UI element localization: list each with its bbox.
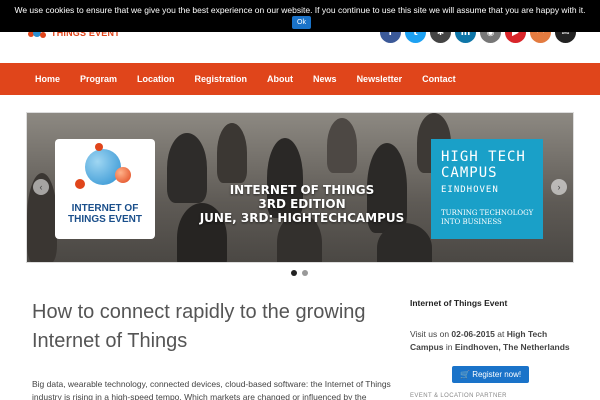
register-button[interactable]: 🛒 Register now! — [452, 366, 530, 383]
slide-caption: INTERNET OF THINGS 3RD EDITION JUNE, 3RD… — [199, 183, 405, 225]
nav-home[interactable]: Home — [25, 63, 70, 95]
register-label: Register now! — [472, 370, 522, 379]
nav-contact[interactable]: Contact — [412, 63, 466, 95]
cookie-ok-button[interactable]: Ok — [292, 16, 311, 29]
badge-text: INTERNET OF THINGS EVENT — [68, 203, 142, 225]
slider-dot-2[interactable] — [302, 270, 308, 276]
event-date: 02-06-2015 — [451, 329, 495, 339]
sidebar: Internet of Things Event Visit us on 02-… — [410, 298, 580, 399]
campus-tagline: TURNING TECHNOLOGY INTO BUSINESS — [441, 209, 534, 226]
campus-subtitle: EINDHOVEN — [441, 185, 499, 195]
hero-slider: INTERNET OF THINGS EVENT INTERNET OF THI… — [26, 112, 574, 263]
nav-newsletter[interactable]: Newsletter — [347, 63, 413, 95]
iot-event-badge: INTERNET OF THINGS EVENT — [55, 139, 155, 239]
cookie-message: We use cookies to ensure that we give yo… — [14, 5, 586, 15]
nav-program[interactable]: Program — [70, 63, 127, 95]
main-nav: Home Program Location Registration About… — [0, 63, 600, 95]
nav-location[interactable]: Location — [127, 63, 185, 95]
article-body: Big data, wearable technology, connected… — [32, 379, 391, 400]
nav-registration[interactable]: Registration — [185, 63, 258, 95]
partner-heading: EVENT & LOCATION PARTNER — [410, 393, 507, 399]
cart-icon: 🛒 — [460, 370, 470, 379]
nav-news[interactable]: News — [303, 63, 347, 95]
cookie-notice: We use cookies to ensure that we give yo… — [0, 0, 600, 32]
slider-next-icon[interactable]: › — [551, 179, 567, 195]
slider-prev-icon[interactable]: ‹ — [33, 179, 49, 195]
sidebar-heading: Internet of Things Event — [410, 298, 508, 308]
high-tech-campus-logo: HIGH TECH CAMPUS EINDHOVEN TURNING TECHN… — [431, 139, 543, 239]
slider-pager — [291, 270, 308, 276]
event-city: Eindhoven, The Netherlands — [454, 342, 570, 352]
main-article: How to connect rapidly to the growing In… — [32, 298, 392, 400]
campus-title: HIGH TECH CAMPUS — [441, 149, 526, 181]
slider-dot-1[interactable] — [291, 270, 297, 276]
nav-about[interactable]: About — [257, 63, 303, 95]
article-title: How to connect rapidly to the growing In… — [32, 301, 366, 352]
visit-info: Visit us on 02-06-2015 at High Tech Camp… — [410, 329, 570, 352]
